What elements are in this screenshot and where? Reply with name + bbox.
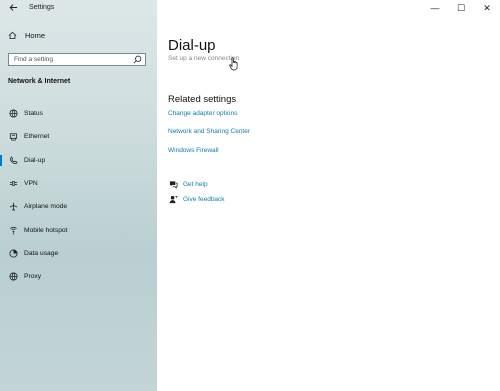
arrow-left-icon [9,4,18,11]
sidebar-item-ethernet[interactable]: Ethernet [0,125,157,148]
home-icon [8,31,17,40]
home-label: Home [25,31,46,40]
data-usage-icon [8,248,18,258]
sidebar-item-label: Status [24,110,43,118]
hand-cursor-icon [229,57,238,71]
page-title: Dial-up [168,37,216,55]
sidebar: Settings Home Find a setting Network & I… [0,0,157,391]
sidebar-item-dial-up[interactable]: Dial-up [0,149,157,172]
sidebar-item-label: Proxy [24,273,42,281]
sidebar-item-label: VPN [24,180,38,188]
maximize-button[interactable]: ☐ [448,0,474,16]
related-settings-heading: Related settings [168,94,237,105]
sidebar-item-mobile-hotspot[interactable]: Mobile hotspot [0,218,157,241]
sidebar-item-label: Data usage [24,249,59,257]
section-title: Network & Internet [8,78,71,85]
airplane-icon [8,202,18,212]
sidebar-item-label: Dial-up [24,156,46,164]
search-placeholder: Find a setting [14,56,54,63]
get-help-link[interactable]: Get help [168,179,208,189]
window-title: Settings [29,4,55,11]
change-adapter-options-link[interactable]: Change adapter options [168,110,237,117]
sidebar-item-label: Ethernet [24,133,50,141]
sidebar-item-label: Airplane mode [24,203,68,211]
hotspot-icon [8,225,18,235]
globe-icon [8,272,18,282]
main-content: — ☐ ✕ Dial-up Set up a new connection Re… [157,0,500,391]
dialup-icon [8,155,18,165]
give-feedback-link[interactable]: Give feedback [168,194,225,204]
sidebar-item-airplane-mode[interactable]: Airplane mode [0,195,157,218]
sidebar-item-status[interactable]: Status [0,102,157,125]
get-help-label: Get help [183,180,208,188]
vpn-icon [8,179,18,189]
home-button[interactable]: Home [8,31,45,40]
back-button[interactable] [9,3,18,15]
ethernet-icon [8,132,18,142]
window-controls: — ☐ ✕ [422,0,500,16]
chat-help-icon [168,179,178,189]
search-icon [133,55,142,64]
windows-firewall-link[interactable]: Windows Firewall [168,147,219,154]
sidebar-nav: Status Ethernet Dial-up VPN Airplane mod… [0,102,157,288]
feedback-icon [168,194,178,204]
give-feedback-label: Give feedback [183,195,225,203]
close-button[interactable]: ✕ [474,0,500,16]
search-input[interactable]: Find a setting [8,53,146,66]
sidebar-item-label: Mobile hotspot [24,226,68,234]
sidebar-item-data-usage[interactable]: Data usage [0,242,157,265]
sidebar-item-vpn[interactable]: VPN [0,172,157,195]
globe-status-icon [8,109,18,119]
title-bar: Settings [0,0,157,17]
network-sharing-center-link[interactable]: Network and Sharing Center [168,128,250,135]
sidebar-item-proxy[interactable]: Proxy [0,265,157,288]
minimize-button[interactable]: — [422,0,448,16]
